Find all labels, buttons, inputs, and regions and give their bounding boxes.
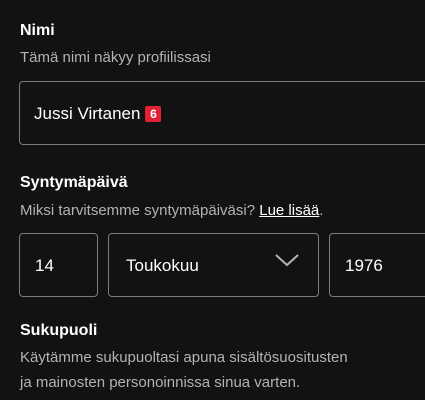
name-input-value: Jussi Virtanen bbox=[34, 104, 141, 123]
learn-more-link[interactable]: Lue lisää bbox=[259, 202, 319, 219]
birth-month-select[interactable]: Toukokuu bbox=[108, 233, 319, 297]
birthday-hint: Miksi tarvitsemme syntymäpäiväsi? Lue li… bbox=[20, 202, 323, 219]
chevron-down-icon bbox=[275, 254, 299, 267]
profile-form: Nimi Tämä nimi näkyy profiilissasi Jussi… bbox=[0, 0, 425, 400]
name-hint: Tämä nimi näkyy profiilissasi bbox=[20, 49, 211, 66]
birthday-hint-period: . bbox=[319, 202, 324, 219]
name-badge: 6 bbox=[145, 106, 162, 122]
birthday-label: Syntymäpäivä bbox=[20, 174, 128, 191]
birth-month-value: Toukokuu bbox=[126, 256, 199, 275]
name-label: Nimi bbox=[20, 22, 55, 39]
name-input-value-wrap: Jussi Virtanen 6 bbox=[34, 104, 162, 124]
gender-description-line1: Käytämme sukupuoltasi apuna sisältösuosi… bbox=[20, 349, 348, 366]
gender-description-line2: ja mainosten personoinnissa sinua varten… bbox=[20, 374, 301, 391]
birth-year-input[interactable]: 1976 bbox=[329, 233, 425, 297]
gender-label: Sukupuoli bbox=[20, 322, 98, 339]
birth-year-value: 1976 bbox=[345, 256, 383, 275]
name-input[interactable]: Jussi Virtanen 6 bbox=[19, 81, 425, 145]
birth-day-input[interactable]: 14 bbox=[19, 233, 98, 297]
birth-day-value: 14 bbox=[35, 256, 54, 275]
birthday-hint-text: Miksi tarvitsemme syntymäpäiväsi? bbox=[20, 202, 260, 219]
